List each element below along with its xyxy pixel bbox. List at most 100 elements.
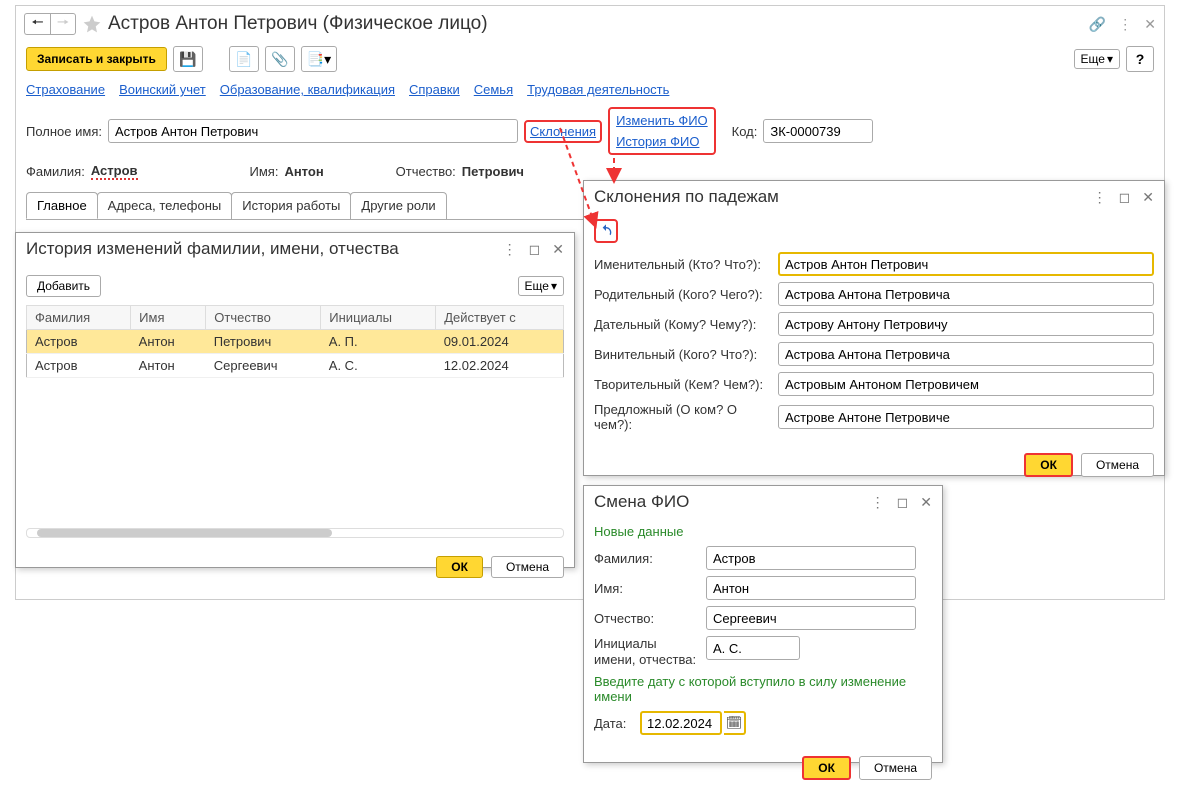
full-name-label: Полное имя: — [26, 124, 102, 139]
decl-acc-input[interactable] — [778, 342, 1154, 366]
decl-restore-icon[interactable]: ◻ — [1119, 189, 1131, 206]
cfio-date-input[interactable] — [640, 711, 722, 735]
patronymic-part-label: Отчество: — [396, 164, 456, 179]
change-fio-link[interactable]: Изменить ФИО — [616, 113, 708, 128]
full-name-input[interactable] — [108, 119, 518, 143]
history-more-button[interactable]: Еще ▾ — [518, 276, 564, 296]
full-name-row: Полное имя: Склонения Изменить ФИО Истор… — [16, 103, 1164, 159]
tab-main[interactable]: Главное — [26, 192, 98, 219]
decl-prep-input[interactable] — [778, 405, 1154, 429]
list-button[interactable]: 📄 — [229, 46, 259, 72]
help-button[interactable]: ? — [1126, 46, 1154, 72]
decl-close-icon[interactable]: ✕ — [1142, 189, 1154, 206]
decl-cancel-button[interactable]: Отмена — [1081, 453, 1154, 477]
history-ok-button[interactable]: ОК — [436, 556, 483, 578]
history-close-icon[interactable]: ✕ — [552, 241, 564, 258]
cfio-ok-button[interactable]: ОК — [802, 756, 851, 780]
history-restore-icon[interactable]: ◻ — [529, 241, 541, 258]
surname-part-label: Фамилия: — [26, 164, 85, 179]
scroll-thumb[interactable] — [37, 529, 332, 537]
cfio-surname-input[interactable] — [706, 546, 916, 570]
link-education[interactable]: Образование, квалификация — [220, 82, 395, 97]
patronymic-value: Петрович — [462, 164, 524, 179]
code-input[interactable] — [763, 119, 873, 143]
import-button[interactable]: 📑▾ — [301, 46, 337, 72]
decl-nom-input[interactable] — [778, 252, 1154, 276]
main-toolbar: Записать и закрыть 💾 📄 📎 📑▾ Еще ▾ ? — [16, 42, 1164, 76]
cfio-calendar-icon[interactable]: 🗓 — [724, 711, 746, 735]
cfio-restore-icon[interactable]: ◻ — [897, 494, 909, 511]
code-label: Код: — [732, 124, 758, 139]
save-button[interactable]: 💾 — [173, 46, 203, 72]
decl-refresh-button[interactable] — [594, 219, 618, 243]
titlebar: 🠔 🠖 Астров Антон Петрович (Физическое ли… — [16, 6, 1164, 42]
decl-ok-button[interactable]: ОК — [1024, 453, 1073, 477]
cfio-more-vertical-icon[interactable]: ⋮ — [871, 494, 885, 511]
nav-links-row: Страхование Воинский учет Образование, к… — [16, 76, 1164, 103]
history-fio-link[interactable]: История ФИО — [616, 134, 708, 149]
decl-dat-label: Дательный (Кому? Чему?): — [594, 317, 772, 332]
refresh-icon — [598, 223, 614, 239]
scroll-track[interactable] — [26, 528, 564, 538]
cfio-initials-input[interactable] — [706, 636, 800, 660]
link-military[interactable]: Воинский учет — [119, 82, 206, 97]
link-family[interactable]: Семья — [474, 82, 513, 97]
cfio-cancel-button[interactable]: Отмена — [859, 756, 932, 780]
tab-addresses[interactable]: Адреса, телефоны — [97, 192, 233, 219]
cfio-name-label: Имя: — [594, 581, 700, 596]
firstname-part-label: Имя: — [250, 164, 279, 179]
nav-forward-button[interactable]: 🠖 — [50, 13, 76, 35]
change-fio-dialog-title: Смена ФИО — [594, 492, 689, 512]
col-initials[interactable]: Инициалы — [321, 306, 436, 330]
decl-ins-label: Творительный (Кем? Чем?): — [594, 377, 772, 392]
nav-back-button[interactable]: 🠔 — [24, 13, 50, 35]
tab-other-roles[interactable]: Другие роли — [350, 192, 446, 219]
cfio-date-prompt: Введите дату с которой вступило в силу и… — [594, 674, 932, 704]
history-add-button[interactable]: Добавить — [26, 275, 101, 297]
col-name[interactable]: Имя — [131, 306, 206, 330]
cfio-name-input[interactable] — [706, 576, 916, 600]
declensions-link[interactable]: Склонения — [524, 120, 602, 143]
save-close-button[interactable]: Записать и закрыть — [26, 47, 167, 71]
decl-gen-label: Родительный (Кого? Чего?): — [594, 287, 772, 302]
more-vertical-icon[interactable]: ⋮ — [1118, 16, 1132, 33]
new-data-heading: Новые данные — [594, 524, 932, 539]
cfio-patronymic-input[interactable] — [706, 606, 916, 630]
decl-gen-input[interactable] — [778, 282, 1154, 306]
col-effective[interactable]: Действует с — [436, 306, 564, 330]
surname-value: Астров — [91, 163, 138, 180]
cfio-initials-label: Инициалы имени, отчества: — [594, 636, 700, 667]
link-insurance[interactable]: Страхование — [26, 82, 105, 97]
history-more-vertical-icon[interactable]: ⋮ — [503, 241, 517, 258]
cfio-close-icon[interactable]: ✕ — [920, 494, 932, 511]
decl-prep-label: Предложный (О ком? О чем?): — [594, 402, 772, 432]
favorite-star-icon[interactable] — [82, 14, 102, 34]
history-dialog-title: История изменений фамилии, имени, отчест… — [26, 239, 399, 259]
col-surname[interactable]: Фамилия — [27, 306, 131, 330]
decl-ins-input[interactable] — [778, 372, 1154, 396]
decl-more-vertical-icon[interactable]: ⋮ — [1093, 189, 1107, 206]
link-labor[interactable]: Трудовая деятельность — [527, 82, 669, 97]
history-dialog: История изменений фамилии, имени, отчест… — [15, 232, 575, 568]
cfio-date-label: Дата: — [594, 716, 634, 731]
history-cancel-button[interactable]: Отмена — [491, 556, 564, 578]
table-row[interactable]: Астров Антон Петрович А. П. 09.01.2024 — [27, 330, 564, 354]
firstname-value: Антон — [284, 164, 323, 179]
col-patronymic[interactable]: Отчество — [206, 306, 321, 330]
main-more-button[interactable]: Еще ▾ — [1074, 49, 1120, 69]
history-table: Фамилия Имя Отчество Инициалы Действует … — [26, 305, 564, 378]
cfio-surname-label: Фамилия: — [594, 551, 700, 566]
change-fio-dialog: Смена ФИО ⋮ ◻ ✕ Новые данные Фамилия: Им… — [583, 485, 943, 763]
link-references[interactable]: Справки — [409, 82, 460, 97]
table-row[interactable]: Астров Антон Сергеевич А. С. 12.02.2024 — [27, 354, 564, 378]
close-icon[interactable]: ✕ — [1144, 16, 1156, 33]
attach-button[interactable]: 📎 — [265, 46, 295, 72]
declensions-dialog: Склонения по падежам ⋮ ◻ ✕ Именительный … — [583, 180, 1165, 476]
cfio-patronymic-label: Отчество: — [594, 611, 700, 626]
decl-dat-input[interactable] — [778, 312, 1154, 336]
declensions-dialog-title: Склонения по падежам — [594, 187, 779, 207]
tab-history[interactable]: История работы — [231, 192, 351, 219]
link-chain-icon[interactable]: 🔗 — [1089, 16, 1106, 33]
window-title: Астров Антон Петрович (Физическое лицо) — [108, 13, 1089, 35]
decl-nom-label: Именительный (Кто? Что?): — [594, 257, 772, 272]
